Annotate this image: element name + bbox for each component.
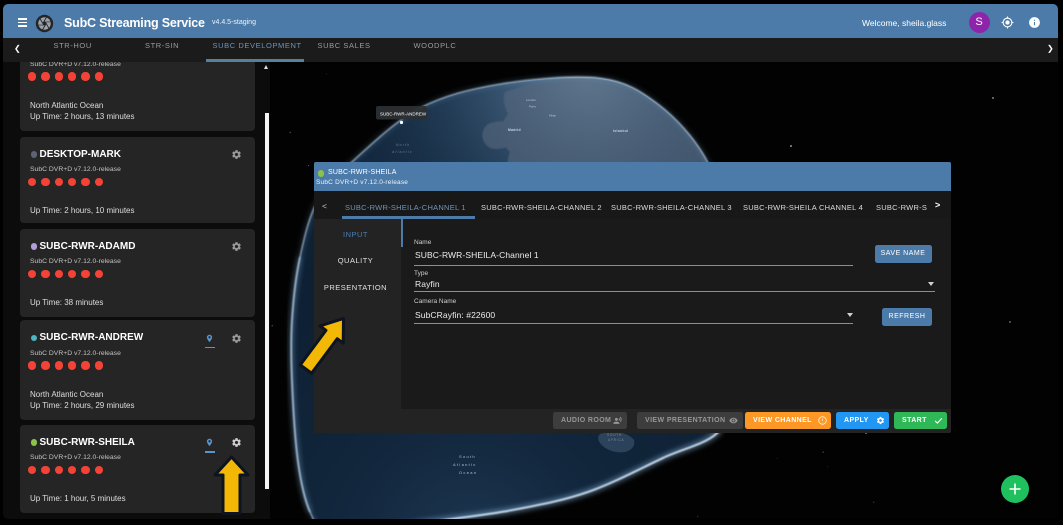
svg-text:AFRICA: AFRICA <box>608 438 625 442</box>
svg-text:South: South <box>459 454 476 459</box>
svg-text:Atlantic: Atlantic <box>391 150 413 154</box>
svg-text:Atlantic: Atlantic <box>453 462 477 467</box>
svg-text:Ocean: Ocean <box>459 470 477 475</box>
svg-text:SUBC-RWR-ANDREW: SUBC-RWR-ANDREW <box>380 112 427 117</box>
svg-text:Madrid: Madrid <box>508 128 521 132</box>
svg-text:London: London <box>526 98 536 102</box>
svg-text:Istanbul: Istanbul <box>613 129 628 133</box>
svg-text:Milan: Milan <box>549 114 557 118</box>
svg-text:Paris: Paris <box>529 105 536 109</box>
svg-text:SOUTH: SOUTH <box>607 433 622 437</box>
svg-text:North: North <box>396 143 410 147</box>
